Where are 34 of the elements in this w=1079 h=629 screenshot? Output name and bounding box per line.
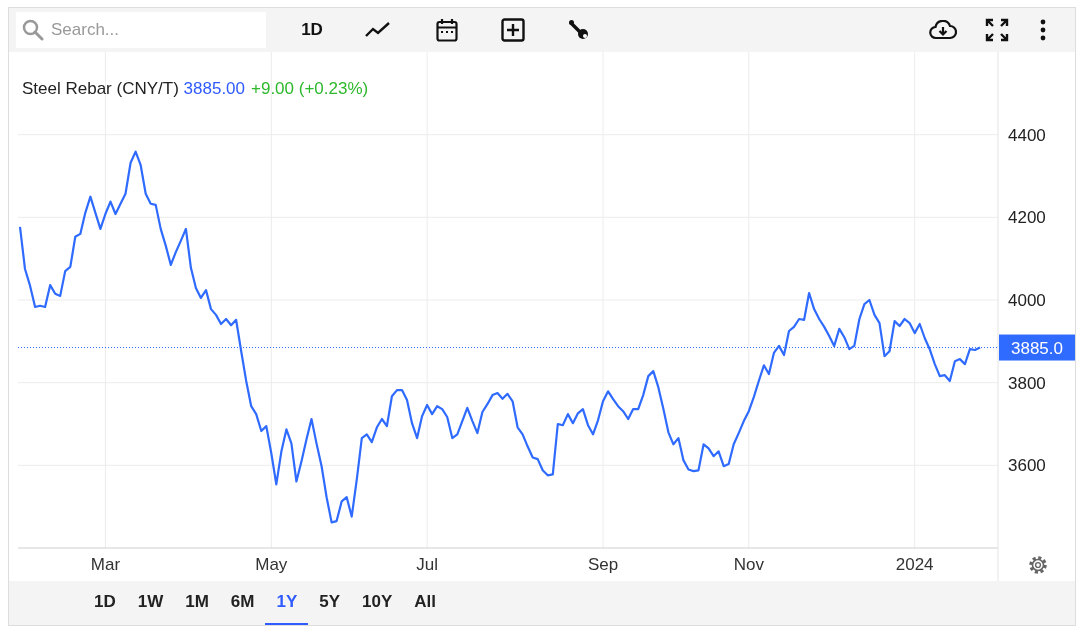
calendar-icon[interactable] — [436, 18, 458, 42]
axis-label: 3600 — [1008, 456, 1046, 476]
cloud-download-icon[interactable] — [929, 20, 957, 40]
axis-label: 2024 — [895, 555, 934, 574]
search-field[interactable]: Search... — [16, 12, 266, 48]
axis-label: 4000 — [1008, 291, 1046, 310]
axis-label: Nov — [733, 555, 764, 574]
axis-label: Mar — [90, 555, 121, 574]
wrench-icon[interactable] — [568, 19, 590, 41]
interval-button[interactable]: 1D — [299, 20, 325, 40]
axis-label: Sep — [587, 555, 619, 574]
range-tab[interactable]: 6M — [219, 581, 266, 625]
axis-label: Jul — [416, 555, 438, 574]
axis-label: May — [255, 555, 288, 574]
price-badge: 3885.0 — [999, 334, 1075, 361]
price-change: +9.00 (+0.23%) — [251, 79, 369, 98]
range-tab[interactable]: 1W — [126, 581, 175, 625]
settings-icon[interactable] — [1029, 556, 1047, 574]
search-icon — [22, 19, 44, 41]
range-tab[interactable]: 5Y — [308, 581, 352, 625]
last-price: 3885.00 — [183, 79, 245, 98]
fullscreen-icon[interactable] — [985, 18, 1009, 42]
instrument-name: Steel Rebar (CNY/T) — [22, 79, 179, 98]
axis-label: 4400 — [1008, 125, 1046, 145]
range-tab[interactable]: All — [403, 581, 448, 625]
axis-label: 4200 — [1008, 208, 1046, 228]
range-tab[interactable]: 1D — [83, 581, 127, 625]
line-chart-icon[interactable] — [365, 22, 391, 38]
more-icon[interactable] — [1039, 19, 1047, 41]
axis-label: 3800 — [1008, 373, 1046, 393]
range-tab[interactable]: 1Y — [265, 581, 309, 625]
range-tab[interactable]: 10Y — [351, 581, 404, 625]
add-icon[interactable] — [501, 18, 525, 42]
range-tab[interactable]: 1M — [174, 581, 220, 625]
